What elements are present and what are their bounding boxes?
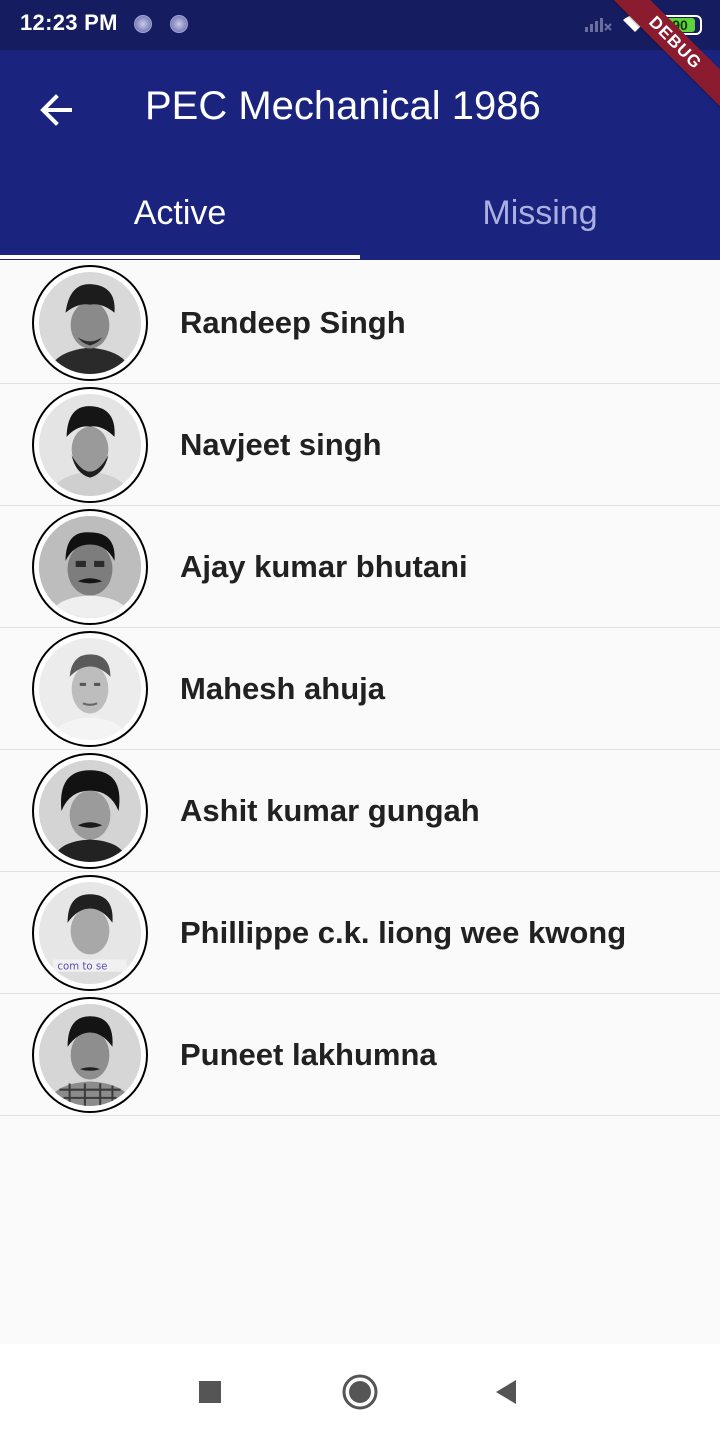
portrait-photo — [39, 638, 141, 740]
list-item[interactable]: Puneet lakhumna — [0, 994, 720, 1116]
list-item[interactable]: Ashit kumar gungah — [0, 750, 720, 872]
avatar[interactable]: com to se — [32, 875, 148, 991]
portrait-photo — [39, 760, 141, 862]
list-item[interactable]: Ajay kumar bhutani — [0, 506, 720, 628]
tab-indicator — [0, 255, 360, 259]
circle-icon — [342, 1374, 378, 1410]
signal-off-icon — [584, 13, 612, 38]
portrait-photo — [39, 394, 141, 496]
list-item[interactable]: com to se Phillippe c.k. liong wee kwong — [0, 872, 720, 994]
status-bar: 12:23 PM 90 — [0, 0, 720, 50]
app-bar: PEC Mechanical 1986 Active Missing — [0, 50, 720, 260]
member-name: Ashit kumar gungah — [180, 792, 480, 828]
member-name: Randeep Singh — [180, 304, 406, 340]
member-name: Navjeet singh — [180, 426, 382, 462]
square-icon — [199, 1381, 221, 1403]
avatar[interactable] — [32, 265, 148, 381]
status-time: 12:23 PM — [20, 10, 118, 35]
member-name: Phillippe c.k. liong wee kwong — [180, 914, 627, 950]
list-item[interactable]: Navjeet singh — [0, 384, 720, 506]
svg-text:com to se: com to se — [57, 962, 107, 973]
page-title: PEC Mechanical 1986 — [145, 84, 541, 128]
arrow-left-icon — [40, 94, 72, 126]
member-list: Randeep Singh Navjeet singh Ajay kumar b… — [0, 262, 720, 1116]
app-notification-icon — [134, 15, 152, 33]
member-name: Ajay kumar bhutani — [180, 548, 468, 584]
list-item[interactable]: Randeep Singh — [0, 262, 720, 384]
avatar[interactable] — [32, 997, 148, 1113]
app-notification-icon — [170, 15, 188, 33]
triangle-back-icon — [496, 1380, 516, 1404]
home-button[interactable] — [336, 1368, 384, 1416]
portrait-photo — [39, 516, 141, 618]
system-navigation-bar — [0, 1344, 720, 1440]
portrait-photo — [39, 272, 141, 374]
portrait-photo — [39, 1004, 141, 1106]
member-name: Puneet lakhumna — [180, 1036, 437, 1072]
back-button[interactable] — [24, 78, 88, 142]
back-nav-button[interactable] — [482, 1368, 530, 1416]
avatar[interactable] — [32, 753, 148, 869]
recents-button[interactable] — [186, 1368, 234, 1416]
member-name: Mahesh ahuja — [180, 670, 385, 706]
portrait-photo: com to se — [39, 882, 141, 984]
avatar[interactable] — [32, 387, 148, 503]
avatar[interactable] — [32, 631, 148, 747]
tab-missing[interactable]: Missing — [360, 168, 720, 258]
tab-active[interactable]: Active — [0, 168, 360, 258]
list-item[interactable]: Mahesh ahuja — [0, 628, 720, 750]
avatar[interactable] — [32, 509, 148, 625]
